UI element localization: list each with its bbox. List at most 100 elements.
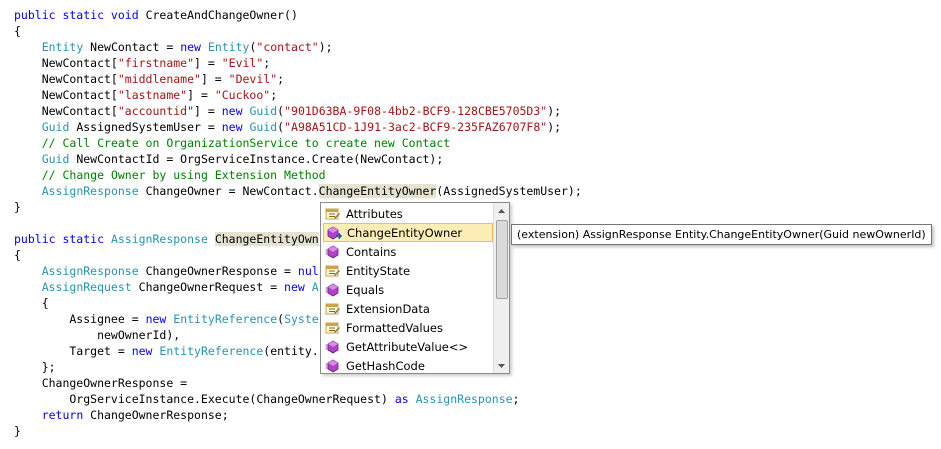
intellisense-item-label: Equals xyxy=(346,282,385,297)
code-token: "accountid" xyxy=(117,104,195,118)
code-token: ; xyxy=(270,88,278,102)
code-token: Guid xyxy=(249,104,278,118)
code-token: new xyxy=(145,312,167,326)
code-token: } xyxy=(14,424,21,438)
code-token: "middlename" xyxy=(117,72,201,86)
code-token: ; xyxy=(277,72,285,86)
extension-method-icon xyxy=(326,225,343,241)
code-token: AssignedSystemUser = xyxy=(69,120,222,134)
code-line[interactable]: NewContact["middlename"] = "Devil"; xyxy=(14,71,582,87)
intellisense-item-formattedvalues[interactable]: FormattedValues xyxy=(323,318,493,337)
code-token: { xyxy=(14,24,21,38)
code-line[interactable]: } xyxy=(14,423,582,439)
scroll-up-icon[interactable] xyxy=(494,203,509,218)
code-token: AssignResponse xyxy=(415,392,513,406)
code-line[interactable]: return ChangeOwnerResponse; xyxy=(14,407,582,423)
intellisense-item-contains[interactable]: Contains xyxy=(323,242,493,261)
code-token: Target = xyxy=(14,344,132,358)
code-token: public static void xyxy=(14,8,146,22)
code-token: "901D63BA-9F08-4bb2-BCF9-128CBE5705D3" xyxy=(284,104,548,118)
code-token: new xyxy=(284,280,305,294)
code-line[interactable]: // Change Owner by using Extension Metho… xyxy=(14,167,582,183)
code-token: EntityReference xyxy=(159,344,264,358)
code-line[interactable]: // Call Create on OrganizationService to… xyxy=(14,135,582,151)
code-token: Syste xyxy=(284,312,319,326)
code-line[interactable]: AssignResponse ChangeOwner = NewContact.… xyxy=(14,183,582,199)
code-line[interactable]: NewContact["lastname"] = "Cuckoo"; xyxy=(14,87,582,103)
code-token: return xyxy=(41,408,84,422)
code-token: "Evil" xyxy=(221,56,264,70)
code-token: Guid xyxy=(41,152,70,166)
code-token: "contact" xyxy=(256,40,319,54)
method-icon xyxy=(325,339,341,355)
property-icon xyxy=(325,320,341,336)
code-token: ChangeOwner = NewContact. xyxy=(138,184,319,198)
code-token: } xyxy=(14,200,21,214)
code-token: "A98A51CD-1J91-3ac2-BCF9-235FAZ6707F8" xyxy=(284,120,548,134)
code-line[interactable]: { xyxy=(14,23,582,39)
code-token: { xyxy=(14,248,21,262)
code-line[interactable]: ChangeOwnerResponse = xyxy=(14,375,582,391)
intellisense-item-label: ChangeEntityOwner xyxy=(347,225,463,240)
code-line[interactable]: NewContact["accountid"] = new Guid("901D… xyxy=(14,103,582,119)
code-token: (AssignedSystemUser); xyxy=(436,184,582,198)
code-token: "Cuckoo" xyxy=(214,88,271,102)
code-token: }; xyxy=(14,360,56,374)
code-line[interactable]: Guid AssignedSystemUser = new Guid("A98A… xyxy=(14,119,582,135)
code-token: newOwnerId), xyxy=(14,328,181,342)
code-line[interactable]: Entity NewContact = new Entity("contact"… xyxy=(14,39,582,55)
code-token: NewContactId = OrgServiceInstance.Create… xyxy=(69,152,444,166)
property-icon xyxy=(325,206,341,222)
intellisense-scrollbar[interactable] xyxy=(493,203,509,373)
code-token: Assignee = xyxy=(14,312,146,326)
scroll-down-icon[interactable] xyxy=(494,358,509,373)
code-token: "firstname" xyxy=(117,56,195,70)
code-line[interactable]: OrgServiceInstance.Execute(ChangeOwnerRe… xyxy=(14,391,582,407)
code-token: ChangeEntityOwner xyxy=(318,184,437,198)
intellisense-item-gethashcode[interactable]: GetHashCode xyxy=(323,356,493,373)
intellisense-item-label: EntityState xyxy=(346,263,411,278)
intellisense-item-changeentityowner[interactable]: ChangeEntityOwner xyxy=(323,223,493,242)
intellisense-list[interactable]: Attributes ChangeEntityOwner Contains Entit… xyxy=(320,202,510,374)
intellisense-item-extensiondata[interactable]: ExtensionData xyxy=(323,299,493,318)
intellisense-item-getattributevalue[interactable]: GetAttributeValue<> xyxy=(323,337,493,356)
scroll-thumb[interactable] xyxy=(496,220,508,299)
code-token: ChangeOwnerResponse = xyxy=(138,264,298,278)
intellisense-item-equals[interactable]: Equals xyxy=(323,280,493,299)
intellisense-item-label: GetAttributeValue<> xyxy=(346,339,469,354)
intellisense-item-attributes[interactable]: Attributes xyxy=(323,204,493,223)
code-token: nul xyxy=(297,264,319,278)
code-token: ] = xyxy=(194,56,222,70)
code-token: Entity xyxy=(41,40,84,54)
code-token: Entity xyxy=(207,40,250,54)
code-token: ] = xyxy=(187,88,215,102)
code-token: NewContact[ xyxy=(14,104,118,118)
code-line[interactable]: NewContact["firstname"] = "Evil"; xyxy=(14,55,582,71)
code-token: ChangeOwnerRequest = xyxy=(131,280,285,294)
code-token: // Change Owner by using Extension Metho… xyxy=(41,168,326,182)
intellisense-item-label: Contains xyxy=(346,244,397,259)
intellisense-item-entitystate[interactable]: EntityState xyxy=(323,261,493,280)
code-token: AssignRequest xyxy=(41,280,132,294)
code-token: (entity. xyxy=(263,344,319,358)
code-token: A xyxy=(311,280,319,294)
code-token: EntityReference xyxy=(173,312,278,326)
code-token: NewContact[ xyxy=(14,56,118,70)
code-line[interactable]: Guid NewContactId = OrgServiceInstance.C… xyxy=(14,151,582,167)
code-token: ChangeEntityOwn xyxy=(214,232,319,246)
tooltip-text: (extension) AssignResponse Entity.Change… xyxy=(517,228,926,241)
code-token: "lastname" xyxy=(117,88,188,102)
code-line[interactable]: public static void CreateAndChangeOwner(… xyxy=(14,7,582,23)
code-token: OrgServiceInstance.Execute(ChangeOwnerRe… xyxy=(14,392,395,406)
